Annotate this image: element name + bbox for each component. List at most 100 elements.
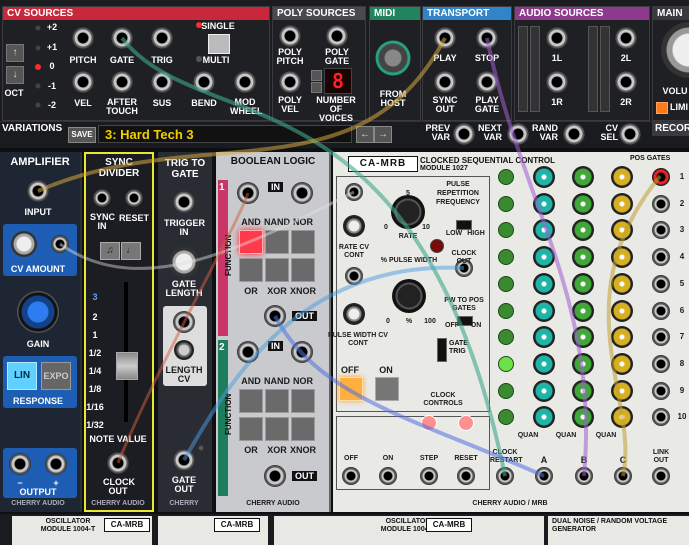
expo-button[interactable]: EXPO [41,362,71,390]
pos-gate-jack[interactable] [652,248,670,267]
step-knob-a[interactable] [533,166,555,188]
logic2-out-jack[interactable] [264,465,286,487]
mod-wheel-jack[interactable] [234,71,256,93]
rand-var-jack[interactable] [563,123,585,145]
pitch-jack[interactable] [72,27,94,49]
note-value-slider[interactable] [116,352,138,380]
step-knob-b[interactable] [572,299,594,322]
pw-cv-knob[interactable] [343,303,365,325]
after-touch-jack[interactable] [111,71,133,93]
sync-in-jack[interactable] [93,189,111,207]
sync-out-jack[interactable] [434,71,456,93]
play-gate-jack[interactable] [476,71,498,93]
pw-cv-jack[interactable] [345,267,363,285]
rate-cv-knob[interactable] [343,215,365,237]
step-knob-b[interactable] [572,246,594,269]
step-knob-a[interactable] [533,406,555,429]
out-a-jack[interactable] [535,467,553,485]
pos-gate-jack[interactable] [652,221,670,240]
pos-gate-jack[interactable] [652,354,670,373]
logic1-nand-button[interactable] [265,230,289,254]
link-out-jack[interactable] [652,467,670,485]
pos-gate-jack[interactable] [652,194,670,213]
variation-select[interactable]: 3: Hard Tech 3 [98,125,352,143]
step-knob-b[interactable] [572,379,594,402]
seq-on-jack[interactable] [379,467,397,485]
step-knob-a[interactable] [533,326,555,349]
oct-down-button[interactable]: ↓ [6,66,24,84]
reset-jack[interactable] [457,467,475,485]
cv-sel-jack[interactable] [619,123,641,145]
bend-jack[interactable] [193,71,215,93]
amp-output-minus-jack[interactable] [9,453,31,475]
sus-jack[interactable] [151,71,173,93]
step-knob-c[interactable] [611,326,633,349]
lin-button[interactable]: LIN [7,362,37,390]
logic2-nor-button[interactable] [291,389,315,413]
rate-cv-jack[interactable] [345,183,363,201]
trigger-in-jack[interactable] [173,191,195,213]
amp-output-plus-jack[interactable] [45,453,67,475]
logic2-nand-button[interactable] [265,389,289,413]
seq-off-jack[interactable] [342,467,360,485]
oct-up-button[interactable]: ↑ [6,44,24,62]
pos-gate-jack[interactable] [652,328,670,347]
prev-arrow-button[interactable]: ← [356,126,374,143]
limit-button[interactable] [656,102,668,114]
step-knob-a[interactable] [533,299,555,322]
step-knob-b[interactable] [572,192,594,215]
stop-jack[interactable] [476,27,498,49]
step-knob-c[interactable] [611,379,633,402]
logic1-out-jack[interactable] [264,305,286,327]
vel-jack[interactable] [72,71,94,93]
note-single-icon-button[interactable]: ♩ [121,242,141,260]
step-knob-a[interactable] [533,272,555,295]
logic2-in-a-jack[interactable] [237,341,259,363]
logic2-xnor-button[interactable] [291,417,315,441]
out-b-jack[interactable] [575,467,593,485]
audio-1r-jack[interactable] [546,71,568,93]
step-knob-b[interactable] [572,326,594,349]
step-jack[interactable] [420,467,438,485]
poly-gate-jack[interactable] [326,25,348,47]
audio-2l-jack[interactable] [615,27,637,49]
trig-jack[interactable] [151,27,173,49]
length-cv-jack[interactable] [173,311,195,333]
step-knob-b[interactable] [572,406,594,429]
voices-down-button[interactable] [311,70,322,81]
step-knob-c[interactable] [611,406,633,429]
logic2-or-button[interactable] [239,417,263,441]
clock-out-jack[interactable] [107,452,129,474]
step-knob-c[interactable] [611,272,633,295]
gate-length-knob[interactable] [169,247,199,277]
length-cv-knob[interactable] [174,340,194,360]
gate-trig-switch[interactable] [437,338,447,362]
step-knob-a[interactable] [533,379,555,402]
audio-2r-jack[interactable] [615,71,637,93]
rate-knob[interactable] [391,195,425,229]
logic1-in-a-jack[interactable] [237,182,259,204]
gate-out-jack[interactable] [173,449,195,471]
play-jack[interactable] [434,27,456,49]
next-var-jack[interactable] [507,123,529,145]
step-knob-a[interactable] [533,219,555,242]
note-icon-button[interactable]: ♫ [100,242,120,260]
next-arrow-button[interactable]: → [374,126,392,143]
logic2-in-b-jack[interactable] [291,341,313,363]
amp-input-jack[interactable] [27,180,49,202]
step-knob-c[interactable] [611,219,633,242]
clock-off-button[interactable] [339,377,363,401]
gate-jack[interactable] [111,27,133,49]
voices-up-button[interactable] [311,82,322,93]
step-knob-b[interactable] [572,166,594,188]
step-knob-c[interactable] [611,352,633,375]
logic1-and-button[interactable] [239,230,263,254]
step-knob-c[interactable] [611,192,633,215]
step-knob-c[interactable] [611,246,633,269]
low-high-switch[interactable] [456,220,472,230]
poly-pitch-jack[interactable] [279,25,301,47]
single-multi-button[interactable] [208,34,230,54]
step-knob-a[interactable] [533,246,555,269]
pos-gate-jack[interactable] [652,274,670,293]
logic1-xor-button[interactable] [265,258,289,282]
